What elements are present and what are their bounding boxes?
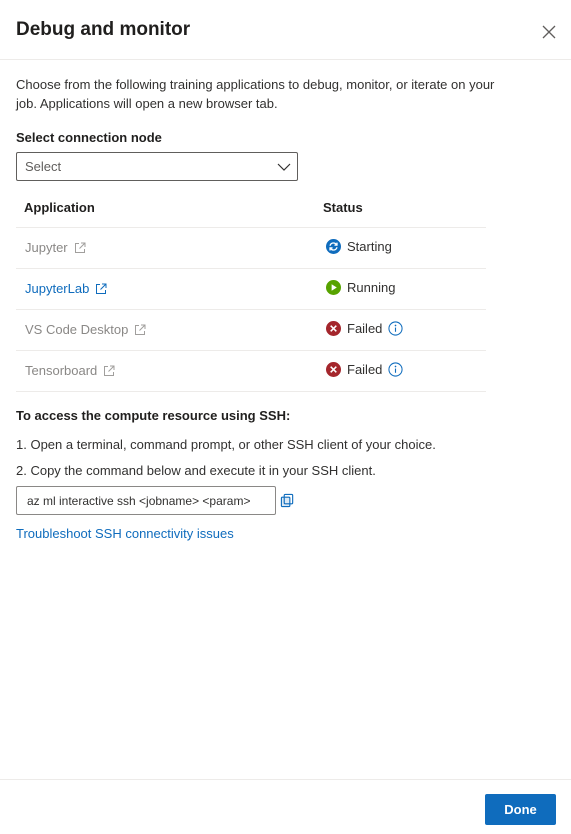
applications-table: Application Status Jupyter Starting Jupy…: [16, 189, 486, 392]
info-icon[interactable]: [388, 321, 403, 336]
status-label: Starting: [347, 239, 392, 254]
table-header: Application Status: [16, 189, 486, 228]
connection-node-dropdown[interactable]: Select: [16, 152, 298, 181]
ssh-step-2: 2. Copy the command below and execute it…: [16, 463, 376, 478]
play-icon: [326, 280, 341, 295]
status-failed: Failed: [326, 362, 403, 377]
panel-title: Debug and monitor: [16, 19, 191, 40]
table-row: Jupyter Starting: [16, 228, 486, 269]
status-running: Running: [326, 280, 395, 295]
status-label: Failed: [347, 321, 383, 336]
app-name: JupyterLab: [25, 281, 90, 296]
column-header-status: Status: [323, 200, 363, 215]
ssh-step-1: 1. Open a terminal, command prompt, or o…: [16, 437, 436, 452]
status-label: Failed: [347, 362, 383, 377]
open-external-icon: [96, 283, 107, 294]
app-tensorboard: Tensorboard: [25, 363, 115, 378]
troubleshoot-ssh-link[interactable]: Troubleshoot SSH connectivity issues: [16, 526, 234, 541]
ssh-command-field[interactable]: az ml interactive ssh <jobname> <param>: [16, 486, 276, 515]
chevron-down-icon: [277, 163, 291, 171]
debug-monitor-panel: Debug and monitor Choose from the follow…: [0, 0, 571, 834]
table-row: JupyterLab Running: [16, 269, 486, 310]
intro-text: Choose from the following training appli…: [16, 77, 495, 111]
app-name: Tensorboard: [25, 363, 98, 378]
sync-icon: [326, 239, 341, 254]
app-jupyterlab-link[interactable]: JupyterLab: [25, 281, 107, 296]
panel-header: Debug and monitor: [0, 0, 571, 60]
column-header-application: Application: [24, 200, 95, 215]
table-row: VS Code Desktop Failed: [16, 310, 486, 351]
done-button[interactable]: Done: [485, 794, 556, 825]
open-external-icon: [135, 324, 146, 335]
close-icon[interactable]: [537, 20, 561, 44]
dropdown-value: Select: [25, 159, 62, 174]
copy-icon[interactable]: [280, 493, 295, 508]
ssh-command-text: az ml interactive ssh <jobname> <param>: [27, 494, 251, 508]
open-external-icon: [104, 365, 115, 376]
table-row: Tensorboard Failed: [16, 351, 486, 392]
app-name: Jupyter: [25, 240, 68, 255]
status-label: Running: [347, 280, 396, 295]
status-starting: Starting: [326, 239, 392, 254]
app-name: VS Code Desktop: [25, 322, 129, 337]
status-failed: Failed: [326, 321, 403, 336]
app-vscode-desktop: VS Code Desktop: [25, 322, 146, 337]
info-icon[interactable]: [388, 362, 403, 377]
error-icon: [326, 321, 341, 336]
connection-node-label: Select connection node: [16, 130, 162, 145]
app-jupyter: Jupyter: [25, 240, 86, 255]
open-external-icon: [74, 242, 86, 253]
error-icon: [326, 362, 341, 377]
ssh-section-title: To access the compute resource using SSH…: [16, 408, 291, 423]
